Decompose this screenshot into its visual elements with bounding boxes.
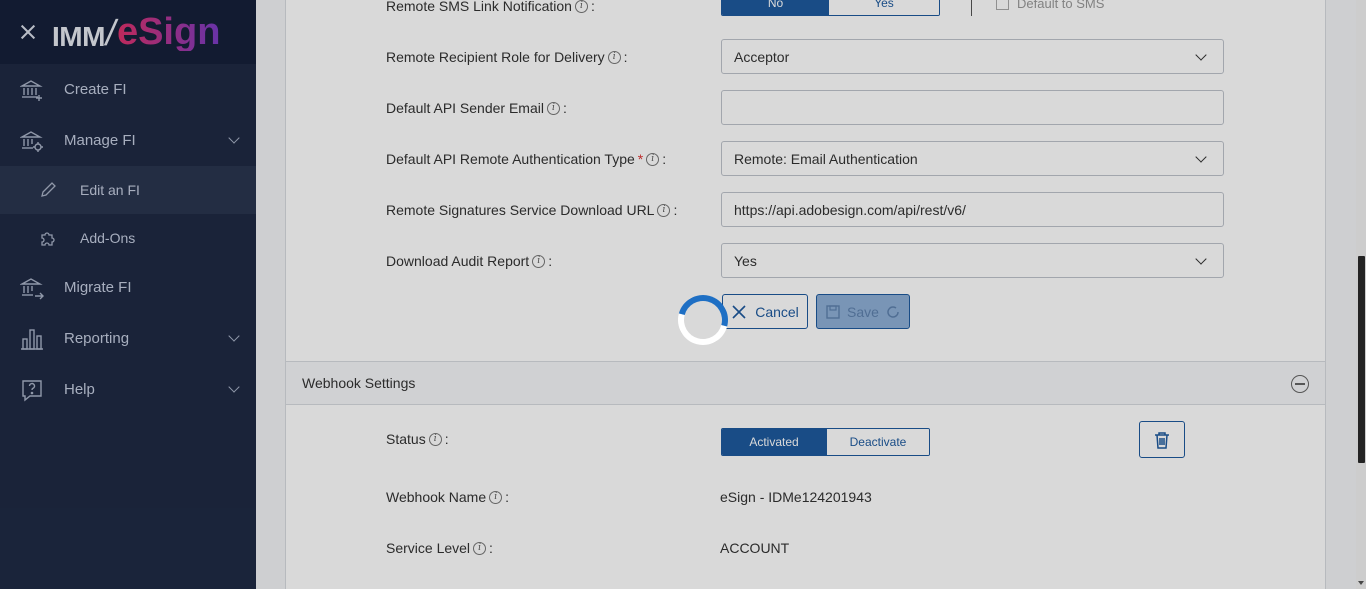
loading-overlay	[0, 0, 1366, 589]
